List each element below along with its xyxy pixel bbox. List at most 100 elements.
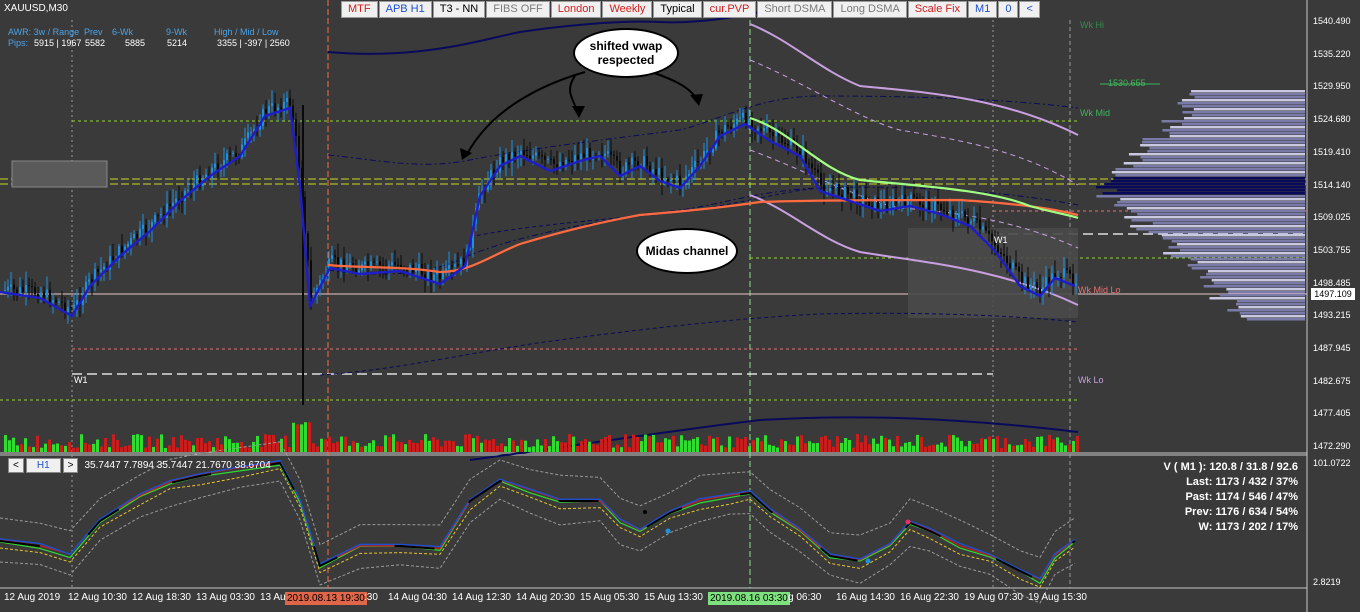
volume-bar <box>580 441 583 452</box>
volume-bar <box>828 439 831 452</box>
profile-bar <box>1123 162 1305 165</box>
time-tick: g 06:30 <box>788 592 822 603</box>
toolbar-button-3[interactable]: FIBS OFF <box>486 1 550 18</box>
candle-body <box>1027 276 1029 290</box>
candle-body <box>1039 287 1041 294</box>
profile-bar <box>1168 246 1305 249</box>
toolbar-button-8[interactable]: Short DSMA <box>757 1 833 18</box>
volume-bar <box>152 446 155 452</box>
volume-bar <box>952 435 955 452</box>
volume-bar <box>48 439 51 452</box>
candle-body <box>586 147 588 158</box>
candle-body <box>286 98 288 102</box>
profile-bar <box>1213 282 1305 285</box>
candle-body <box>976 218 978 220</box>
candle-body <box>334 255 336 258</box>
volume-bar <box>292 422 295 452</box>
volume-bar <box>496 445 499 452</box>
candle-body <box>847 186 849 195</box>
volume-bar <box>560 442 563 452</box>
time-tick: 15 Aug 13:30 <box>644 592 703 603</box>
timeframe-button[interactable]: H1 <box>25 458 61 473</box>
prev-timeframe-button[interactable]: < <box>8 458 24 473</box>
candle-body <box>772 132 774 137</box>
profile-bar <box>1148 231 1305 234</box>
volume-bar <box>512 440 515 452</box>
price-tick: 1524.680 <box>1313 114 1351 125</box>
candle-body <box>22 287 24 292</box>
toolbar-button-11[interactable]: M1 <box>968 1 998 18</box>
toolbar-button-9[interactable]: Long DSMA <box>833 1 907 18</box>
candle-body <box>844 186 846 199</box>
volume-bar <box>436 439 439 452</box>
profile-bar <box>1219 294 1305 297</box>
toolbar-button-10[interactable]: Scale Fix <box>907 1 968 18</box>
volume-bar <box>808 441 811 452</box>
toolbar-button-6[interactable]: Typical <box>653 1 702 18</box>
volume-bar <box>860 442 863 452</box>
volume-bar <box>96 439 99 452</box>
volume-bar <box>384 435 387 452</box>
candle-body <box>853 189 855 198</box>
profile-bar <box>1104 183 1305 186</box>
candle-body <box>1060 277 1062 279</box>
time-tick: 12 Aug 10:30 <box>68 592 127 603</box>
candle-body <box>175 198 177 203</box>
candle-body <box>730 126 732 129</box>
volume-bar <box>936 444 939 452</box>
candle-body <box>724 125 726 134</box>
toolbar-button-5[interactable]: Weekly <box>602 1 653 18</box>
candle-body <box>916 197 918 199</box>
volume-bar <box>656 442 659 452</box>
volume-bar <box>600 439 603 452</box>
stat-line-0: V ( M1 ): 120.8 / 31.8 / 92.6 <box>1163 461 1298 473</box>
candle-body <box>979 219 981 230</box>
candle-body <box>808 163 810 165</box>
candle-body <box>307 233 309 261</box>
toolbar-button-0[interactable]: MTF <box>341 1 378 18</box>
candle-body <box>1045 277 1047 288</box>
toolbar-button-12[interactable]: 0 <box>998 1 1019 18</box>
volume-bar <box>932 444 935 452</box>
volume-bar <box>488 440 491 452</box>
volume-bar <box>160 434 163 452</box>
toolbar-button-1[interactable]: APB H1 <box>378 1 432 18</box>
profile-bar <box>1207 270 1305 273</box>
candle-body <box>850 194 852 198</box>
volume-bar <box>708 435 711 452</box>
candle-body <box>187 189 189 191</box>
volume-bar <box>276 442 279 452</box>
candle-body <box>229 153 231 155</box>
volume-stats: V ( M1 ): 120.8 / 31.8 / 92.6 Last: 1173 … <box>1140 460 1298 535</box>
volume-bar <box>232 442 235 452</box>
candle-body <box>457 264 459 266</box>
candle-body <box>529 155 531 159</box>
profile-bar <box>1227 309 1305 312</box>
candle-body <box>940 203 942 210</box>
volume-bar <box>740 439 743 452</box>
candle-body <box>865 195 867 199</box>
volume-bar <box>144 447 147 452</box>
volume-bar <box>288 447 291 452</box>
toolbar-button-2[interactable]: T3 - NN <box>432 1 486 18</box>
time-tick: 2019.08.16 03:30 <box>708 592 790 605</box>
volume-bar <box>204 443 207 452</box>
volume-bar <box>308 422 311 452</box>
volume-bar <box>52 444 55 452</box>
candle-body <box>337 257 339 266</box>
candle-body <box>502 156 504 164</box>
volume-bar <box>748 446 751 452</box>
volume-bar <box>960 440 963 452</box>
candle-body <box>697 160 699 162</box>
toolbar-button-13[interactable]: < <box>1019 1 1040 18</box>
volume-bar <box>76 447 79 452</box>
volume-bar <box>1004 438 1007 452</box>
toolbar-button-4[interactable]: London <box>550 1 602 18</box>
candle-body <box>55 300 57 303</box>
toolbar-button-7[interactable]: cur.PVP <box>702 1 757 18</box>
volume-bar <box>1040 436 1043 452</box>
candle-body <box>1018 266 1020 272</box>
volume-bar <box>916 434 919 452</box>
next-timeframe-button[interactable]: > <box>62 458 79 473</box>
volume-bar <box>1068 444 1071 452</box>
